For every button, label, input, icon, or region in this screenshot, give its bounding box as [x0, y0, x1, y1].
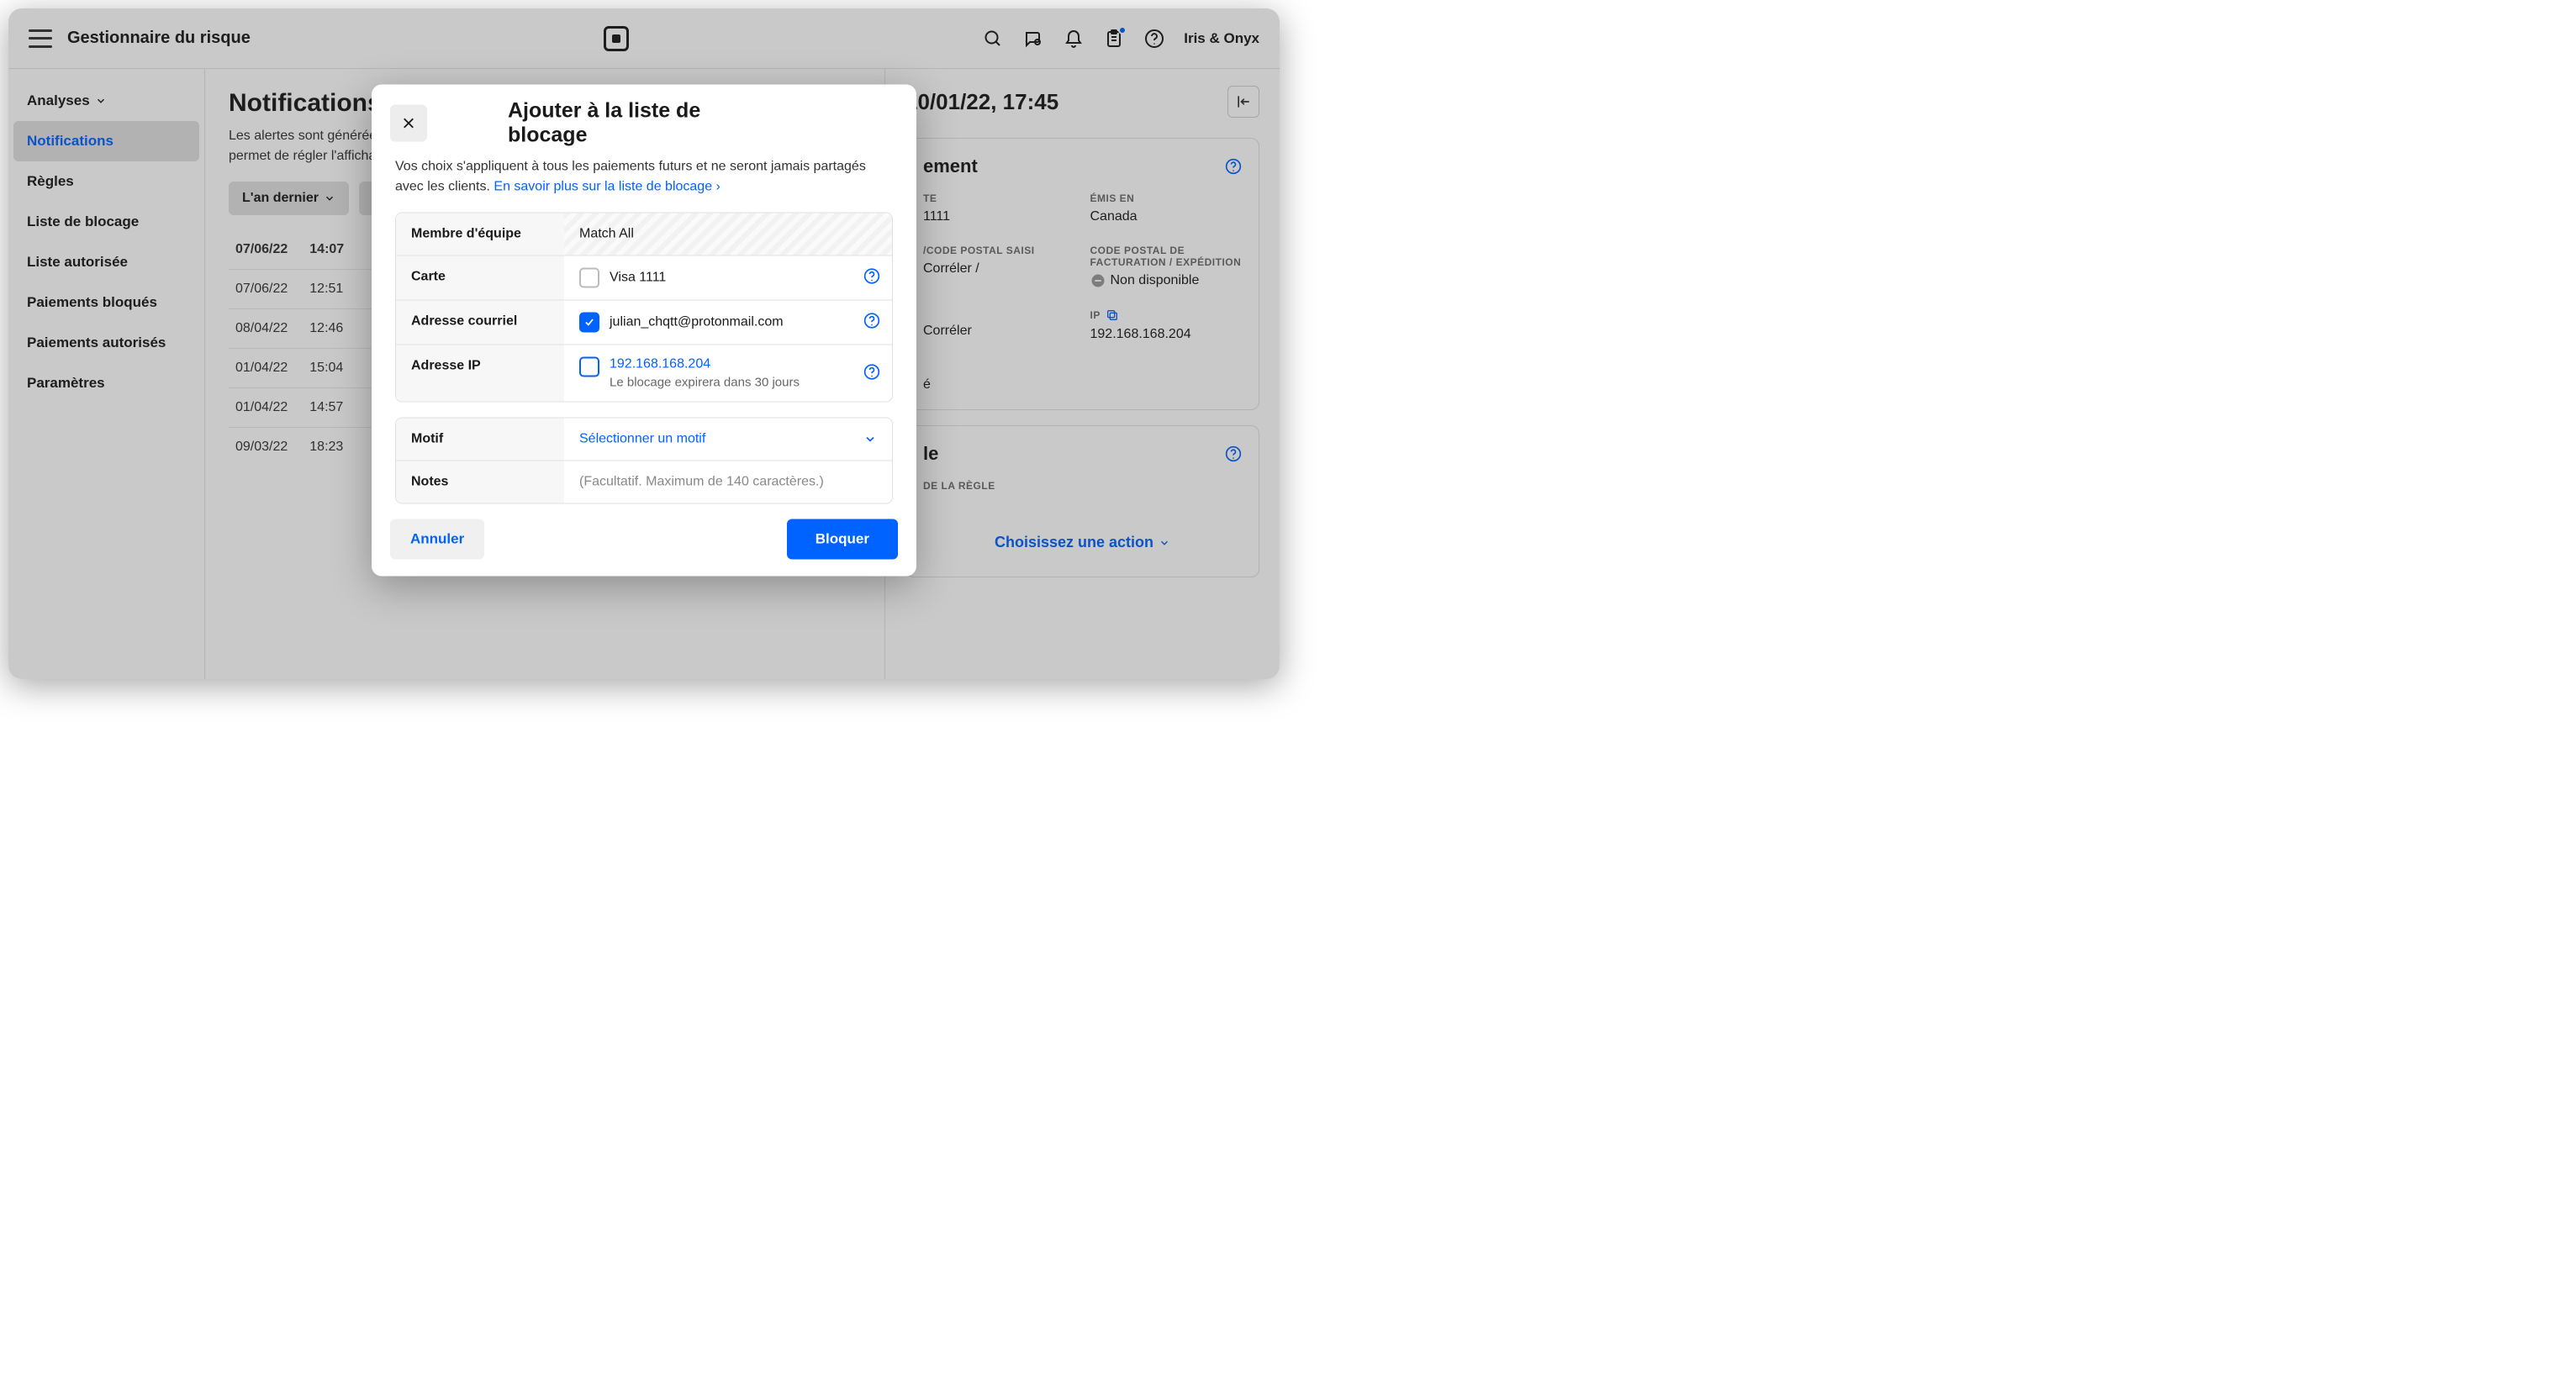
- ip-value: 192.168.168.204: [610, 357, 800, 372]
- email-value: julian_chqtt@protonmail.com: [610, 315, 784, 330]
- notes-placeholder: (Facultatif. Maximum de 140 caractères.): [579, 475, 824, 490]
- link-text: En savoir plus sur la liste de blocage: [494, 180, 712, 194]
- card-row: Visa 1111: [564, 256, 892, 300]
- close-icon: [401, 116, 416, 131]
- ip-checkbox[interactable]: [579, 357, 599, 377]
- ip-note: Le blocage expirera dans 30 jours: [610, 376, 800, 390]
- ip-label: Adresse IP: [396, 345, 564, 402]
- email-checkbox[interactable]: [579, 313, 599, 333]
- cancel-button[interactable]: Annuler: [390, 519, 484, 560]
- block-fields-group: Membre d'équipe Match All Carte Visa 111…: [395, 213, 893, 403]
- add-to-blocklist-modal: Ajouter à la liste de blocage Vos choix …: [372, 85, 916, 577]
- member-value-text: Match All: [579, 227, 634, 242]
- block-button[interactable]: Bloquer: [787, 519, 898, 560]
- ip-row: 192.168.168.204 Le blocage expirera dans…: [564, 345, 892, 402]
- email-row: julian_chqtt@protonmail.com: [564, 301, 892, 345]
- notes-input[interactable]: (Facultatif. Maximum de 140 caractères.): [564, 461, 892, 503]
- reason-select[interactable]: Sélectionner un motif: [564, 419, 892, 461]
- card-checkbox[interactable]: [579, 268, 599, 288]
- close-button[interactable]: [390, 105, 427, 142]
- reason-placeholder: Sélectionner un motif: [579, 432, 705, 447]
- reason-notes-group: Motif Sélectionner un motif Notes (Facul…: [395, 418, 893, 504]
- reason-label: Motif: [396, 419, 564, 461]
- member-label: Membre d'équipe: [396, 213, 564, 256]
- blocklist-learn-more-link[interactable]: En savoir plus sur la liste de blocage ›: [494, 180, 720, 194]
- help-icon[interactable]: [863, 364, 880, 381]
- help-icon[interactable]: [863, 313, 880, 329]
- help-icon[interactable]: [863, 268, 880, 285]
- card-value: Visa 1111: [610, 271, 666, 286]
- modal-description: Vos choix s'appliquent à tous les paieme…: [372, 157, 916, 198]
- notes-label: Notes: [396, 461, 564, 503]
- chevron-down-icon: [863, 433, 877, 446]
- member-value: Match All: [564, 213, 892, 256]
- modal-title: Ajouter à la liste de blocage: [508, 99, 780, 148]
- email-label: Adresse courriel: [396, 301, 564, 345]
- card-label: Carte: [396, 256, 564, 300]
